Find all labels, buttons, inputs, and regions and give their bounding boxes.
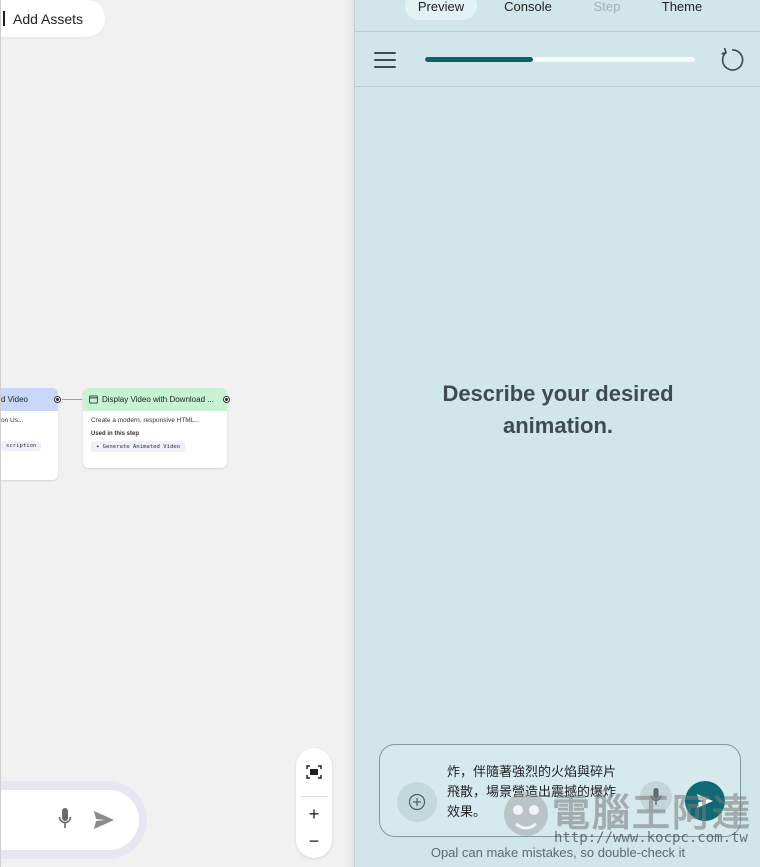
prompt-heading: Describe your desired animation. [355, 378, 760, 442]
web-page-icon [89, 395, 98, 404]
add-attachment-button[interactable] [397, 782, 437, 822]
node-title: Display Video with Download ... [102, 395, 214, 404]
tab-label: Console [504, 0, 552, 14]
zoom-controls: + − [296, 748, 332, 858]
prompt-line-2: animation. [502, 413, 613, 438]
prompt-line-1: Describe your desired [442, 381, 674, 406]
node-body: Create a modern, responsive HTML... Used… [83, 411, 227, 458]
node-title: d Video [1, 395, 28, 404]
menu-icon[interactable] [374, 51, 398, 69]
tab-step[interactable]: Step [581, 0, 633, 20]
add-assets-label: Add Assets [13, 10, 84, 27]
node-display-video[interactable]: Display Video with Download ... Create a… [83, 388, 227, 468]
preview-toolbar [355, 33, 760, 87]
progress-fill [425, 57, 533, 62]
send-button[interactable] [685, 781, 725, 821]
output-port-icon[interactable] [223, 396, 230, 403]
node-used-label: Used in this step [91, 431, 140, 437]
fit-screen-icon [306, 765, 322, 779]
node-chip-label: Generate Animated Video [102, 443, 181, 450]
send-icon [697, 794, 713, 808]
node-chip: scription [1, 441, 42, 451]
tab-theme[interactable]: Theme [651, 0, 713, 20]
fit-screen-button[interactable] [296, 760, 332, 784]
node-description: Create a modern, responsive HTML... [91, 417, 200, 424]
cursor-bar [3, 11, 5, 26]
progress-bar [425, 57, 695, 62]
voice-input-button[interactable] [640, 781, 672, 813]
tab-console[interactable]: Console [495, 0, 561, 20]
node-header: Display Video with Download ... [83, 388, 227, 411]
node-header: d Video [1, 388, 58, 411]
tab-preview[interactable]: Preview [405, 0, 477, 20]
add-assets-button[interactable]: Add Assets [1, 0, 105, 37]
zoom-divider [300, 796, 328, 797]
tab-label: Preview [417, 0, 465, 14]
zoom-out-icon: − [308, 830, 320, 851]
zoom-in-icon: + [308, 803, 320, 824]
connection-edge [62, 399, 82, 400]
chat-input-text[interactable]: 炸，伴隨著強烈的火焰與碎片飛散，場景營造出震撼的爆炸效果。 [447, 763, 627, 823]
sparkle-icon: ✦ [96, 443, 100, 450]
node-generate-video[interactable]: d Video on Us... scription [1, 388, 58, 480]
microphone-icon [650, 788, 662, 805]
canvas-input-field[interactable] [1, 790, 139, 850]
zoom-in-button[interactable]: + [296, 803, 332, 825]
preview-panel: Preview Console Step Theme Describe your… [354, 0, 760, 867]
refresh-icon[interactable] [719, 47, 745, 73]
send-icon[interactable] [93, 810, 115, 830]
tab-label: Theme [661, 0, 703, 14]
node-chip: ✦ Generate Animated Video [91, 441, 186, 452]
chat-input-box[interactable]: 炸，伴隨著強烈的火焰與碎片飛散，場景營造出震撼的爆炸效果。 [379, 744, 741, 837]
tab-label: Step [593, 0, 621, 14]
microphone-icon[interactable] [58, 807, 72, 831]
canvas-divider-shadow [344, 0, 354, 867]
flow-canvas[interactable]: Add Assets d Video on Us... scription Di… [0, 0, 352, 867]
zoom-out-button[interactable]: − [296, 830, 332, 852]
output-port-icon[interactable] [54, 396, 61, 403]
disclaimer-text: Opal can make mistakes, so double-check … [430, 845, 686, 860]
panel-tabs: Preview Console Step Theme [355, 0, 760, 32]
node-description: on Us... [1, 417, 24, 424]
node-chip-label: scription [6, 443, 37, 449]
node-body: on Us... scription [1, 411, 58, 457]
add-circle-icon [408, 793, 426, 811]
